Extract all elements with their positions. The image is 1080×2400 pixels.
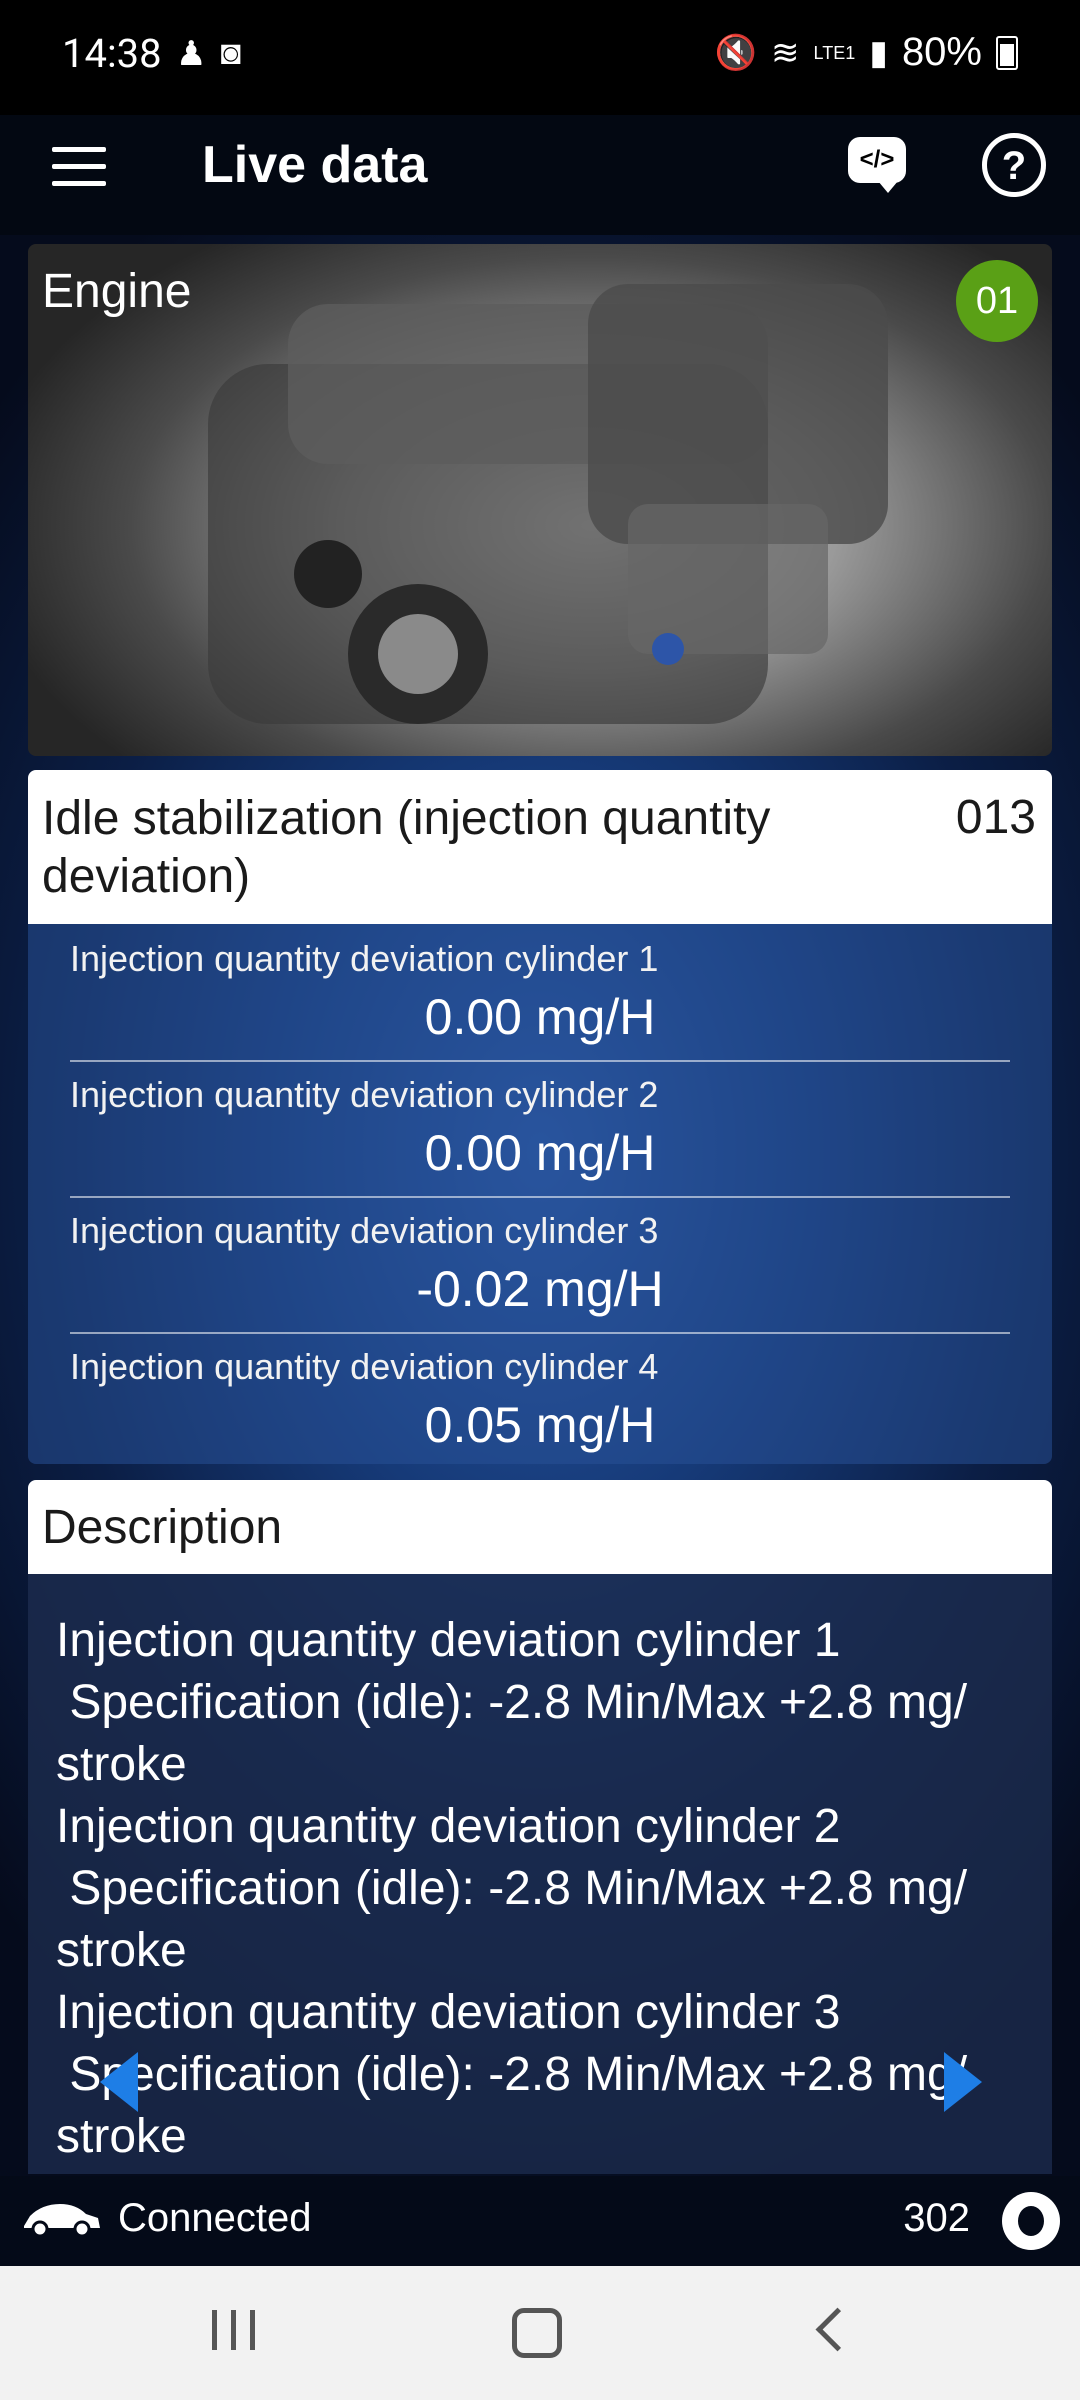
- description-text: Injection quantity deviation cylinder 1 …: [56, 1614, 968, 2163]
- value-row[interactable]: Injection quantity deviation cylinder 1 …: [70, 924, 1010, 1062]
- status-right: 🔇 ≋ LTE1 ▮ 80%: [715, 30, 1018, 75]
- value-label: Injection quantity deviation cylinder 4: [70, 1346, 659, 1387]
- engine-illustration: [208, 284, 888, 724]
- engine-label: Engine: [42, 265, 192, 318]
- car-icon: [24, 2204, 100, 2238]
- value-row[interactable]: Injection quantity deviation cylinder 3 …: [70, 1196, 1010, 1334]
- signal-icon: ▮: [869, 33, 888, 72]
- notification-icon: ♟: [176, 35, 207, 73]
- description-title: Description: [42, 1501, 283, 1554]
- engine-image-card: Engine 01: [28, 244, 1052, 756]
- recent-apps-icon[interactable]: [212, 2310, 255, 2350]
- back-icon[interactable]: [815, 2307, 860, 2352]
- status-left-icons: ♟ ◙: [176, 34, 241, 74]
- status-bar: 14:38 ♟ ◙ 🔇 ≋ LTE1 ▮ 80%: [0, 0, 1080, 115]
- value-label: Injection quantity deviation cylinder 1: [70, 938, 659, 979]
- value-reading: -0.02 mg/H: [416, 1261, 664, 1317]
- battery-percent: 80%: [901, 30, 982, 74]
- group-code: 013: [955, 791, 1036, 844]
- connection-status: Connected: [118, 2196, 312, 2240]
- menu-icon[interactable]: [52, 147, 106, 187]
- value-reading: 0.00 mg/H: [424, 989, 656, 1045]
- value-row[interactable]: Injection quantity deviation cylinder 4 …: [70, 1332, 1010, 1468]
- wifi-icon: ≋: [771, 33, 800, 72]
- previous-arrow-icon[interactable]: [100, 2052, 138, 2112]
- system-nav-bar: [0, 2266, 1080, 2400]
- network-type: LTE1: [813, 42, 856, 63]
- screen-record-icon: ◙: [220, 34, 242, 72]
- description-body[interactable]: Injection quantity deviation cylinder 1 …: [28, 1574, 1052, 2174]
- connection-bar: Connected 302: [0, 2176, 1080, 2266]
- app-bar: Live data </> ?: [0, 115, 1080, 235]
- status-time: 14:38: [62, 30, 162, 77]
- app-logo-icon[interactable]: [1002, 2192, 1060, 2250]
- description-header: Description: [28, 1480, 1052, 1574]
- value-reading: 0.00 mg/H: [424, 1125, 656, 1181]
- frame-counter: 302: [903, 2196, 970, 2240]
- engine-badge: 01: [956, 260, 1038, 342]
- code-icon[interactable]: </>: [848, 137, 906, 193]
- help-icon[interactable]: ?: [982, 133, 1046, 197]
- home-icon[interactable]: [512, 2308, 562, 2358]
- value-label: Injection quantity deviation cylinder 2: [70, 1074, 659, 1115]
- group-title: Idle stabilization (injection quantity d…: [42, 792, 771, 903]
- group-header: Idle stabilization (injection quantity d…: [28, 770, 1052, 924]
- value-label: Injection quantity deviation cylinder 3: [70, 1210, 659, 1251]
- value-reading: 0.05 mg/H: [424, 1397, 656, 1453]
- next-arrow-icon[interactable]: [944, 2052, 982, 2112]
- value-row[interactable]: Injection quantity deviation cylinder 2 …: [70, 1060, 1010, 1198]
- battery-icon: [996, 35, 1018, 70]
- live-values-list: Injection quantity deviation cylinder 1 …: [28, 924, 1052, 1464]
- mute-icon: 🔇: [714, 33, 758, 72]
- page-title: Live data: [202, 136, 428, 194]
